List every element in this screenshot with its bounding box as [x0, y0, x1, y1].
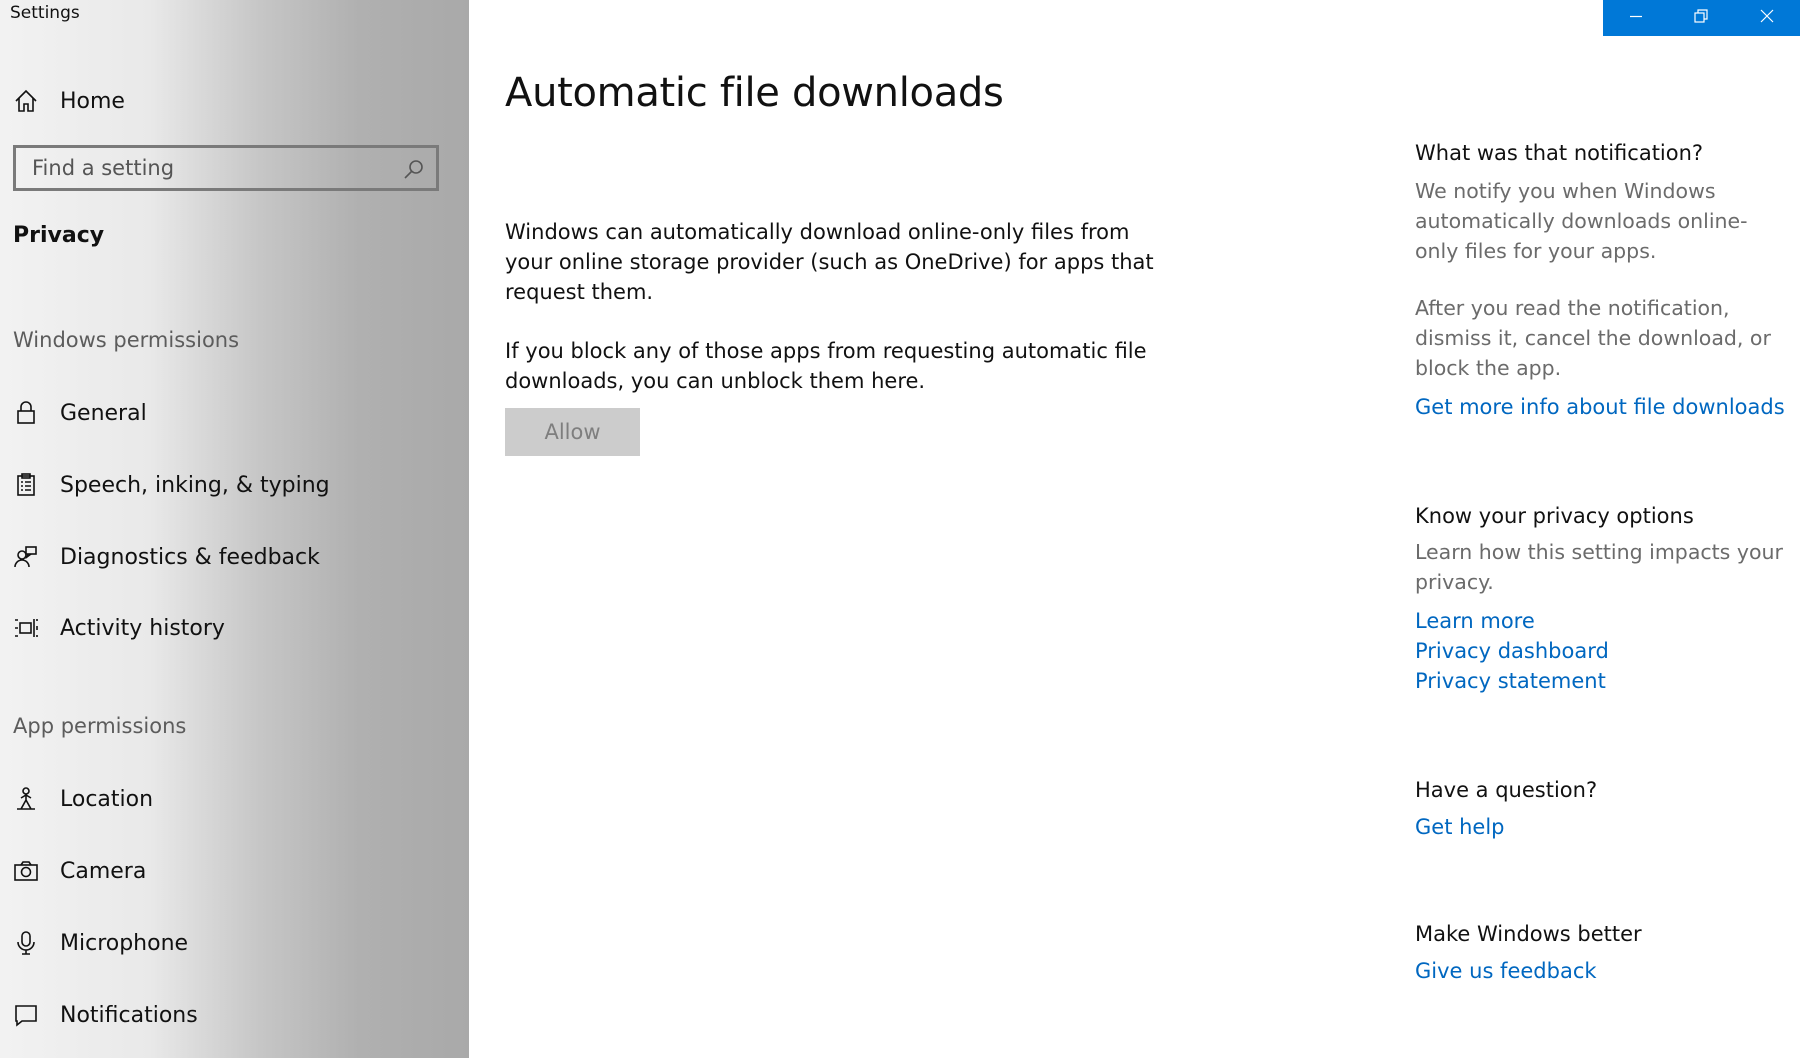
sidebar-item-label: Microphone	[60, 930, 189, 956]
minimize-button[interactable]	[1603, 0, 1669, 36]
app-permissions-heading: App permissions	[13, 714, 187, 738]
search-icon[interactable]	[402, 157, 426, 181]
give-feedback-link[interactable]: Give us feedback	[1415, 956, 1785, 986]
camera-icon	[12, 857, 40, 885]
sidebar-item-diagnostics[interactable]: Diagnostics & feedback	[0, 529, 469, 585]
sidebar-item-notifications[interactable]: Notifications	[0, 987, 469, 1043]
sidebar-item-label: Home	[60, 88, 125, 114]
timeline-icon	[12, 614, 40, 642]
get-help-link[interactable]: Get help	[1415, 812, 1785, 842]
windows-permissions-heading: Windows permissions	[13, 328, 240, 352]
question-heading: Have a question?	[1415, 778, 1598, 802]
feedback-section: Make Windows better Give us feedback	[1415, 922, 1785, 986]
sidebar-item-location[interactable]: Location	[0, 771, 469, 827]
sidebar-item-label: Diagnostics & feedback	[60, 544, 320, 570]
home-icon	[12, 87, 40, 115]
notification-text-2: After you read the notification, dismiss…	[1415, 296, 1771, 380]
learn-more-link[interactable]: Learn more	[1415, 606, 1785, 636]
sidebar-item-label: Activity history	[60, 615, 225, 641]
privacy-options-text: Learn how this setting impacts your priv…	[1415, 540, 1783, 594]
privacy-options-section: Know your privacy options Learn how this…	[1415, 504, 1785, 696]
page-title: Automatic file downloads	[505, 70, 1004, 116]
sidebar-item-home[interactable]: Home	[0, 73, 469, 129]
privacy-dashboard-link[interactable]: Privacy dashboard	[1415, 636, 1785, 666]
sidebar-item-label: Notifications	[60, 1002, 198, 1028]
minimize-icon	[1628, 8, 1644, 28]
description-text: Windows can automatically download onlin…	[505, 220, 1154, 304]
category-heading: Privacy	[13, 223, 105, 248]
close-button[interactable]	[1734, 0, 1800, 36]
sidebar-item-activity-history[interactable]: Activity history	[0, 600, 469, 656]
lock-icon	[12, 399, 40, 427]
window-controls	[1603, 0, 1800, 36]
question-section: Have a question? Get help	[1415, 778, 1785, 842]
app-title: Settings	[10, 3, 80, 23]
sidebar-item-general[interactable]: General	[0, 385, 469, 441]
make-windows-better-heading: Make Windows better	[1415, 922, 1642, 946]
notification-icon	[12, 1001, 40, 1029]
allow-button[interactable]: Allow	[505, 408, 640, 456]
sidebar-item-microphone[interactable]: Microphone	[0, 915, 469, 971]
file-downloads-info-link[interactable]: Get more info about file downloads	[1415, 392, 1785, 422]
close-icon	[1759, 8, 1775, 28]
sidebar: Settings Home Privacy Windows permission…	[0, 0, 469, 1058]
notification-help-section: What was that notification? We notify yo…	[1415, 141, 1785, 422]
restore-button[interactable]	[1669, 0, 1735, 36]
sidebar-item-label: Speech, inking, & typing	[60, 472, 330, 498]
search-box[interactable]	[13, 145, 439, 191]
search-input[interactable]	[16, 148, 436, 188]
sidebar-item-camera[interactable]: Camera	[0, 843, 469, 899]
clipboard-icon	[12, 471, 40, 499]
sidebar-item-speech[interactable]: Speech, inking, & typing	[0, 457, 469, 513]
sidebar-item-label: General	[60, 400, 147, 426]
privacy-statement-link[interactable]: Privacy statement	[1415, 666, 1785, 696]
microphone-icon	[12, 929, 40, 957]
location-person-icon	[12, 785, 40, 813]
block-note-text: If you block any of those apps from requ…	[505, 339, 1147, 393]
restore-icon	[1693, 8, 1709, 28]
privacy-options-heading: Know your privacy options	[1415, 504, 1694, 528]
notification-text-1: We notify you when Windows automatically…	[1415, 179, 1748, 263]
notification-heading: What was that notification?	[1415, 141, 1704, 165]
feedback-person-icon	[12, 543, 40, 571]
sidebar-item-label: Camera	[60, 858, 147, 884]
sidebar-item-label: Location	[60, 786, 154, 812]
